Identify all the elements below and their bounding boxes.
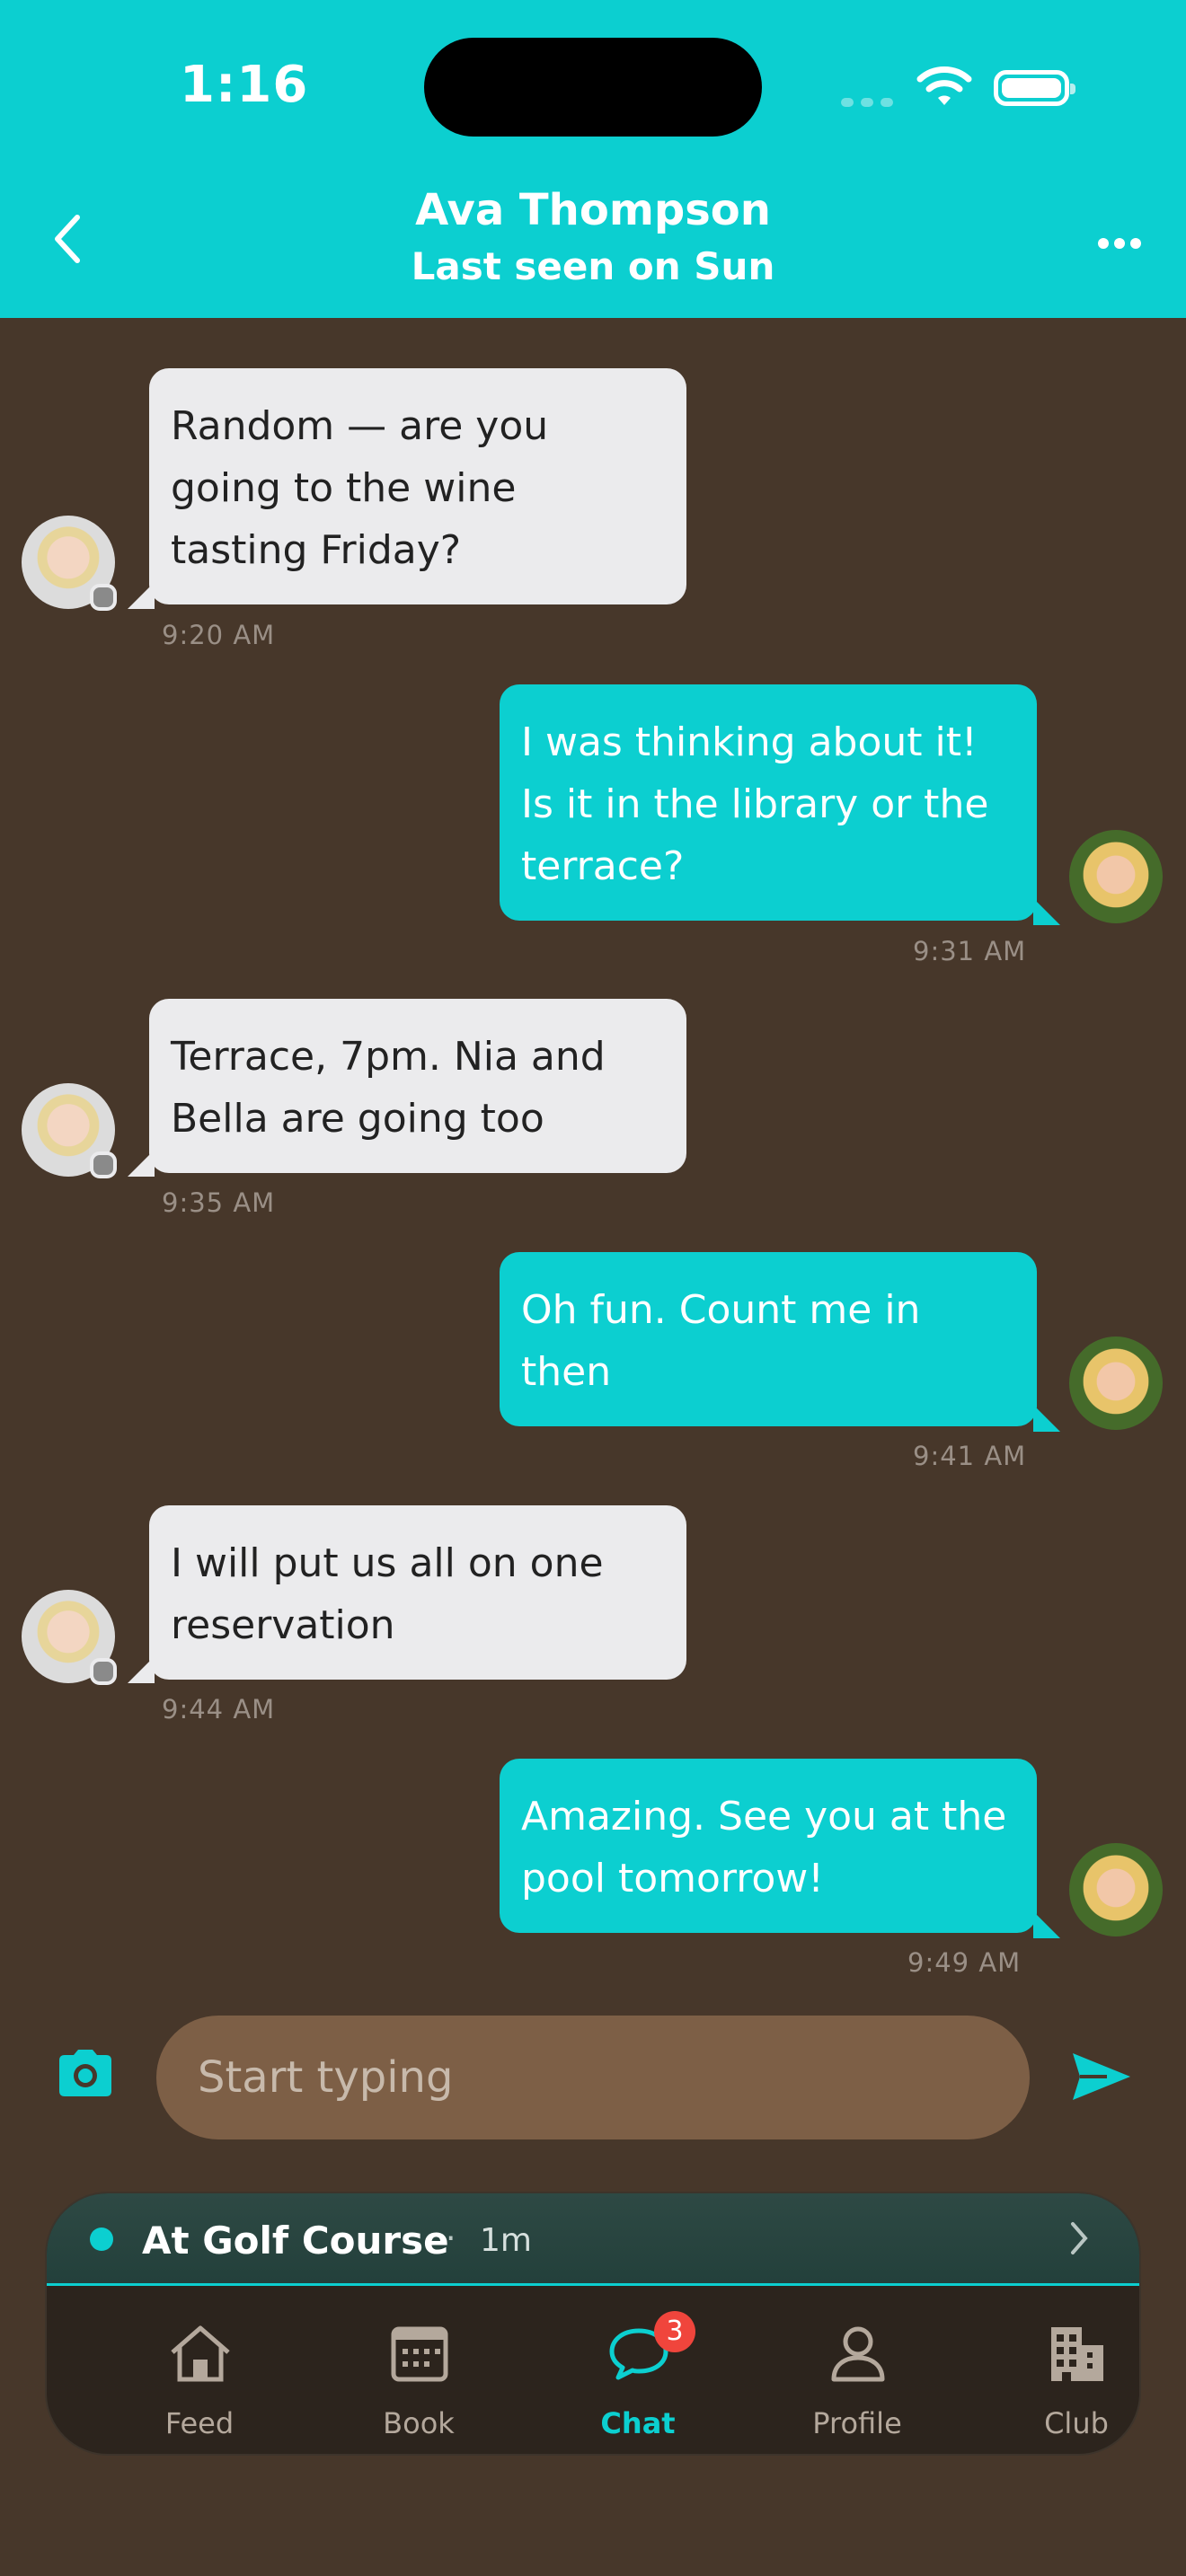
tab-chat[interactable]: 3 Chat [528,2286,748,2454]
message-timestamp: 9:41 AM [913,1441,1027,1471]
my-avatar[interactable] [1069,1337,1163,1430]
message-timestamp: 9:31 AM [913,936,1027,966]
unread-badge: 3 [654,2311,695,2352]
presence-indicator [90,1151,117,1178]
activity-duration: 1m [480,2222,532,2259]
message-input[interactable]: Start typing [156,2016,1030,2139]
status-time: 1:16 [180,56,309,114]
wifi-icon [916,65,972,111]
my-avatar[interactable] [1069,1843,1163,1936]
bubble-tail [128,1150,155,1177]
bottom-navigation-card: At Golf Course · 1m Feed Book 3 Chat Pro… [45,2192,1141,2456]
building-icon [1051,2327,1103,2381]
camera-button[interactable] [56,2048,115,2102]
tab-label: Profile [812,2406,902,2440]
chat-header: 1:16 Ava Thompson Last seen on Sun [0,0,1186,318]
last-seen-status: Last seen on Sun [411,244,775,288]
bubble-tail [1033,1405,1060,1432]
more-options-button[interactable] [1098,235,1146,252]
tab-feed[interactable]: Feed [90,2286,309,2454]
bubble-tail [128,582,155,609]
tab-label: Feed [164,2406,235,2440]
tab-book[interactable]: Book [309,2286,528,2454]
message-bubble-outgoing[interactable]: I was thinking about it! Is it in the li… [500,684,1037,921]
camera-icon [59,2050,111,2096]
tab-label: Book [383,2406,455,2440]
tab-label: Chat [600,2406,676,2440]
tab-label: Club [1044,2406,1109,2440]
dynamic-island [424,38,762,137]
cellular-signal-icon [841,93,900,110]
tab-club[interactable]: Club [967,2286,1139,2454]
calendar-icon [391,2326,448,2382]
message-timestamp: 9:35 AM [162,1187,276,1218]
chevron-right-icon [1069,2220,1089,2260]
bubble-tail [128,1656,155,1683]
home-icon [171,2325,230,2382]
activity-status-bar[interactable]: At Golf Course · 1m [47,2193,1139,2286]
person-icon [831,2326,885,2382]
send-button[interactable] [1071,2050,1132,2107]
presence-indicator [90,584,117,611]
status-dot-icon [90,2228,113,2251]
message-bubble-incoming[interactable]: Terrace, 7pm. Nia and Bella are going to… [149,999,686,1173]
tab-profile[interactable]: Profile [748,2286,967,2454]
message-timestamp: 9:20 AM [162,620,276,650]
message-timestamp: 9:49 AM [907,1947,1022,1978]
my-avatar[interactable] [1069,830,1163,923]
send-icon [1073,2053,1130,2100]
message-bubble-outgoing[interactable]: Oh fun. Count me in then [500,1252,1037,1426]
message-bubble-incoming[interactable]: Random — are you going to the wine tasti… [149,368,686,604]
presence-indicator [90,1658,117,1685]
activity-location: At Golf Course [142,2219,449,2263]
bubble-tail [1033,898,1060,925]
message-timestamp: 9:44 AM [162,1694,276,1725]
message-bubble-outgoing[interactable]: Amazing. See you at the pool tomorrow! [500,1759,1037,1933]
message-bubble-incoming[interactable]: I will put us all on one reservation [149,1505,686,1680]
battery-icon [994,70,1075,106]
tab-bar: Feed Book 3 Chat Profile Club [47,2286,1139,2454]
activity-separator: · [446,2220,456,2257]
contact-name: Ava Thompson [415,185,771,235]
bubble-tail [1033,1911,1060,1938]
